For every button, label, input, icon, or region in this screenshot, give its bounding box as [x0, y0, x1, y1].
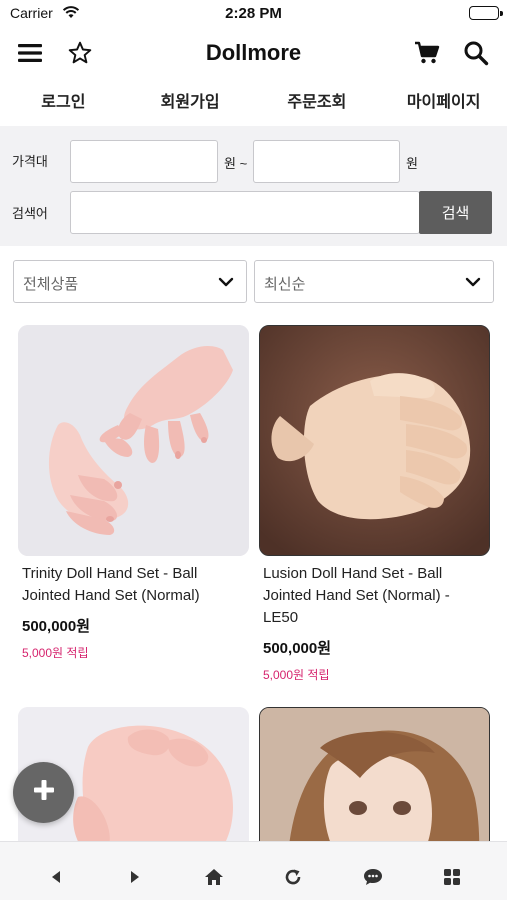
top-nav: 로그인 회원가입 주문조회 마이페이지: [0, 84, 507, 122]
nav-mypage[interactable]: 마이페이지: [380, 84, 507, 122]
plus-icon: [33, 779, 55, 806]
product-image[interactable]: [259, 325, 490, 556]
app-header: Dollmore: [0, 28, 507, 78]
cart-icon[interactable]: [412, 38, 442, 68]
price-range-label: 가격대: [12, 154, 48, 169]
product-name[interactable]: Lusion Doll Hand Set - Ball Jointed Hand…: [263, 563, 488, 629]
nav-signup[interactable]: 회원가입: [127, 84, 254, 122]
product-points: 5,000원 적립: [22, 646, 89, 660]
search-button[interactable]: 검색: [419, 191, 492, 234]
add-fab-button[interactable]: [13, 762, 74, 823]
product-points: 5,000원 적립: [263, 668, 330, 682]
nav-login[interactable]: 로그인: [0, 84, 127, 122]
keyword-label: 검색어: [12, 206, 48, 221]
status-bar: Carrier 2:28 PM: [0, 0, 507, 28]
home-icon[interactable]: [203, 866, 225, 888]
refresh-icon[interactable]: [282, 866, 304, 888]
bottom-toolbar: [0, 841, 507, 900]
status-time: 2:28 PM: [225, 5, 282, 22]
back-icon[interactable]: [45, 866, 67, 888]
price-max-input[interactable]: [253, 140, 400, 183]
product-name[interactable]: Trinity Doll Hand Set - Ball Jointed Han…: [22, 563, 247, 607]
grid-icon[interactable]: [441, 866, 463, 888]
forward-icon[interactable]: [124, 866, 146, 888]
chevron-down-icon: [218, 275, 234, 293]
product-image[interactable]: [18, 325, 249, 556]
sort-select[interactable]: 최신순: [254, 260, 494, 303]
keyword-input[interactable]: [70, 191, 420, 234]
product-price: 500,000원: [263, 640, 332, 657]
chevron-down-icon: [465, 275, 481, 293]
price-unit: 원: [406, 156, 418, 171]
category-select-value: 전체상품: [23, 276, 79, 293]
nav-order-lookup[interactable]: 주문조회: [254, 84, 381, 122]
sort-select-value: 최신순: [264, 276, 306, 293]
price-separator: 원 ~: [224, 156, 248, 171]
category-select[interactable]: 전체상품: [13, 260, 247, 303]
search-panel: 가격대 원 ~ 원 검색어 검색: [0, 126, 507, 246]
price-min-input[interactable]: [70, 140, 218, 183]
chat-icon[interactable]: [362, 866, 384, 888]
product-price: 500,000원: [22, 618, 91, 635]
search-icon[interactable]: [461, 38, 491, 68]
battery-icon: [469, 6, 503, 20]
